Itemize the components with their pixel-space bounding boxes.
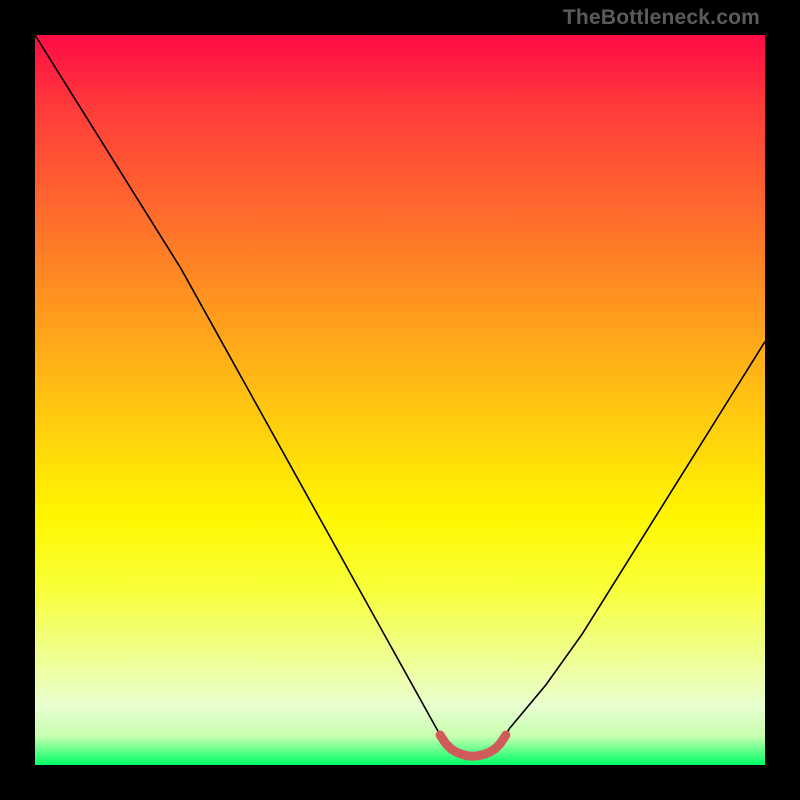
bottleneck-curve bbox=[35, 35, 765, 756]
watermark-text: TheBottleneck.com bbox=[563, 6, 760, 30]
chart-frame: TheBottleneck.com bbox=[0, 0, 800, 800]
curve-svg bbox=[35, 35, 765, 765]
plot-area bbox=[35, 35, 765, 765]
optimal-region-marker bbox=[440, 735, 506, 756]
